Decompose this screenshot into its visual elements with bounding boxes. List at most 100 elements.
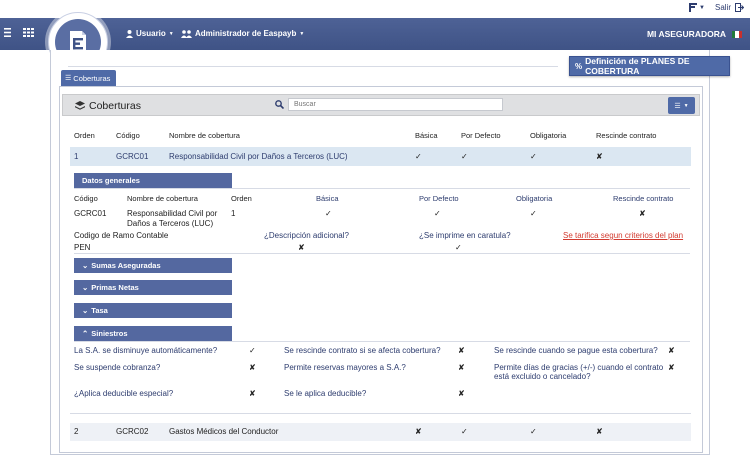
dg-defecto: ✓ <box>434 209 441 218</box>
search-icon <box>275 100 284 109</box>
flag-menu-icon <box>689 3 698 12</box>
chevron-down-icon: ▼ <box>699 4 705 11</box>
cell-obligatoria: ✓ <box>530 152 537 161</box>
cell-rescinde: ✘ <box>596 152 603 161</box>
primas-netas-label: Primas Netas <box>91 283 139 292</box>
siniestros-a3: ✘ <box>668 346 675 355</box>
top-bar: ▼ Salir <box>0 0 750 18</box>
admin-menu[interactable]: Administrador de Easpayb ▼ <box>181 29 304 38</box>
cell-defecto: ✓ <box>461 427 468 436</box>
dg-basica: ✓ <box>325 209 332 218</box>
siniestros-q8: Se le aplica deducible? <box>284 389 367 398</box>
panel-header: Coberturas ☰ ▼ <box>62 94 700 116</box>
admin-label: Administrador de Easpayb <box>195 29 297 38</box>
cell-codigo: GCRC01 <box>116 152 149 161</box>
descripcion-label: ¿Descripción adicional? <box>264 231 349 240</box>
dg-rescinde: ✘ <box>639 209 646 218</box>
usuario-menu[interactable]: Usuario ▼ <box>126 29 174 38</box>
list-icon: ☰ <box>674 102 681 110</box>
siniestros-q6-line1: Permite días de gracias (+/-) cuando el … <box>494 363 664 372</box>
mexico-flag-icon <box>732 30 742 38</box>
dg-header-orden: Orden <box>231 194 252 203</box>
company-name: MI ASEGURADORA <box>646 29 726 39</box>
siniestros-q7: ¿Aplica deducible especial? <box>74 389 174 398</box>
chevron-down-icon: ▼ <box>299 30 305 37</box>
col-header-obligatoria: Obligatoria <box>530 131 567 140</box>
siniestros-q1: La S.A. se disminuye automáticamente? <box>74 346 218 355</box>
chevron-down-icon: ⌄ <box>82 306 89 315</box>
col-header-rescinde: Rescinde contrato <box>596 131 657 140</box>
dg-header-rescinde: Rescinde contrato <box>613 194 674 203</box>
siniestros-tab[interactable]: ⌃ Siniestros <box>74 326 232 341</box>
tab-coberturas[interactable]: ☰ Coberturas <box>61 70 116 86</box>
divider <box>68 66 558 67</box>
divider <box>74 253 690 254</box>
divider <box>70 413 691 414</box>
users-icon <box>181 29 192 38</box>
company-indicator: MI ASEGURADORA <box>647 29 742 39</box>
siniestros-a1: ✓ <box>249 346 256 355</box>
tasa-tab[interactable]: ⌄ Tasa <box>74 303 232 318</box>
dg-nombre-line1: Responsabilidad Civil por <box>127 209 218 218</box>
tarifica-link[interactable]: Se tarifica segun criterios del plan <box>563 231 683 240</box>
hamburger-menu-icon[interactable] <box>4 28 11 37</box>
chevron-up-icon: ⌃ <box>82 329 89 338</box>
logout-link[interactable]: Salir <box>715 3 744 12</box>
siniestros-a2: ✘ <box>458 346 465 355</box>
siniestros-q5: Permite reservas mayores a S.A.? <box>284 363 406 372</box>
cell-defecto: ✓ <box>461 152 468 161</box>
sumas-aseguradas-label: Sumas Aseguradas <box>91 261 161 270</box>
siniestros-a8: ✘ <box>458 389 465 398</box>
cell-codigo: GCRC02 <box>116 427 149 436</box>
datos-generales-tab[interactable]: Datos generales <box>74 173 232 188</box>
ramo-contable-value: PEN <box>74 243 91 252</box>
ramo-contable-label: Codigo de Ramo Contable <box>74 231 169 240</box>
cell-obligatoria: ✓ <box>530 427 537 436</box>
col-header-codigo: Código <box>116 131 140 140</box>
divider <box>74 341 690 342</box>
notifications-dropdown[interactable]: ▼ <box>689 3 705 12</box>
cell-basica: ✘ <box>415 427 422 436</box>
main-navbar: Usuario ▼ Administrador de Easpayb ▼ MI … <box>0 18 750 50</box>
definicion-planes-button[interactable]: % Definición de PLANES DE COBERTURA <box>569 56 730 76</box>
col-header-basica: Básica <box>415 131 438 140</box>
chevron-down-icon: ⌄ <box>82 283 89 292</box>
datos-generales-label: Datos generales <box>82 176 140 185</box>
user-icon <box>126 29 133 38</box>
dg-header-defecto: Por Defecto <box>419 194 459 203</box>
chevron-down-icon: ▼ <box>168 30 174 37</box>
apps-grid-icon[interactable] <box>23 28 34 37</box>
salir-label: Salir <box>714 3 731 12</box>
descripcion-value: ✘ <box>298 243 305 252</box>
cell-rescinde: ✘ <box>596 427 603 436</box>
siniestros-a4: ✘ <box>249 363 256 372</box>
chevron-down-icon: ▼ <box>683 102 689 109</box>
primas-netas-tab[interactable]: ⌄ Primas Netas <box>74 280 232 295</box>
definicion-planes-label: Definición de PLANES DE COBERTURA <box>585 56 690 76</box>
dg-codigo: GCRC01 <box>74 209 107 218</box>
sumas-aseguradas-tab[interactable]: ⌄ Sumas Aseguradas <box>74 258 232 273</box>
dg-obligatoria: ✓ <box>530 209 537 218</box>
divider <box>74 188 690 189</box>
chevron-down-icon: ⌄ <box>82 261 89 270</box>
siniestros-q3: Se rescinde cuando se pague esta cobertu… <box>494 346 658 355</box>
dg-header-obligatoria: Obligatoria <box>516 194 553 203</box>
list-icon: ☰ <box>65 75 72 82</box>
logout-icon <box>735 3 744 12</box>
panel-menu-button[interactable]: ☰ ▼ <box>668 97 695 114</box>
dg-header-codigo: Código <box>74 194 98 203</box>
caratula-label: ¿Se imprime en caratula? <box>419 231 511 240</box>
search-input[interactable] <box>288 98 503 111</box>
cell-orden: 2 <box>74 427 79 436</box>
dg-header-nombre: Nombre de cobertura <box>127 194 198 203</box>
col-header-defecto: Por Defecto <box>461 131 501 140</box>
cell-nombre: Gastos Médicos del Conductor <box>169 427 279 436</box>
siniestros-q4: Se suspende cobranza? <box>74 363 161 372</box>
dg-nombre-line2: Daños a Terceros (LUC) <box>127 219 214 228</box>
cell-orden: 1 <box>74 152 79 161</box>
col-header-nombre: Nombre de cobertura <box>169 131 240 140</box>
dg-orden: 1 <box>231 209 236 218</box>
cell-basica: ✓ <box>415 152 422 161</box>
siniestros-q6-line2: está excluido o cancelado? <box>494 372 591 381</box>
cell-nombre: Responsabilidad Civil por Daños a Tercer… <box>169 152 348 161</box>
